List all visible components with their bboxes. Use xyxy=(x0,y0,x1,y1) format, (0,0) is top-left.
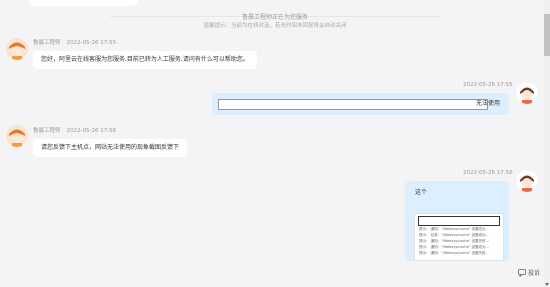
screenshot-row: 提示： 目录："/Websys/cache" 设置成功... xyxy=(419,233,489,237)
user-message-text: 这个 xyxy=(415,189,428,196)
user-message-text: 无法使用 xyxy=(476,100,501,107)
screenshot-row: 提示： 通知："/Websys/cache" 设置失败... xyxy=(419,251,489,255)
user-avatar xyxy=(516,170,538,192)
sender-name: 鲁晨工程师 xyxy=(33,40,61,46)
system-notice-title: 鲁晨工程师正在为您服务 xyxy=(241,14,308,21)
message-meta: 鲁晨工程师 2022-05-26 17:56 xyxy=(33,126,116,134)
screenshot-row: 提示： 通知："/Websys/cache" 设置成为... xyxy=(419,227,489,231)
screenshot-image[interactable]: 提示： 通知："/Websys/cache" 设置成为... 提示： 目录："/… xyxy=(414,213,504,261)
scroll-down-icon[interactable] xyxy=(545,283,549,286)
agent-avatar xyxy=(6,125,28,147)
comment-icon xyxy=(518,268,526,277)
agent-message: 您好，阿里云在线客服为您服务,目前已转为人工服务,请问有什么可以帮助您。 xyxy=(33,51,257,69)
redacted-text xyxy=(218,99,488,110)
message-time: 2022-05-26 17:55 xyxy=(463,82,513,88)
scrollbar-thumb[interactable] xyxy=(544,14,550,56)
complaint-button[interactable]: 投诉 xyxy=(518,268,540,277)
complaint-label: 投诉 xyxy=(527,270,540,277)
message-time: 2022-05-26 17:56 xyxy=(463,170,513,176)
user-message: 这个 提示： 通知："/Websys/cache" 设置成为... 提示： 目录… xyxy=(405,181,509,261)
sender-name: 鲁晨工程师 xyxy=(33,128,61,134)
message-meta: 鲁晨工程师 2022-05-26 17:55 xyxy=(33,38,116,46)
message-time: 2022-05-26 17:55 xyxy=(66,40,117,46)
agent-message: 请您反馈下主机点，网站无法使用的现象截图反馈下 xyxy=(33,139,188,157)
system-notice-tip: 温馨提示：当前为在线对话，若长时间未回复将会自动关闭 xyxy=(203,23,347,29)
message-time: 2022-05-26 17:56 xyxy=(66,128,117,134)
redacted-text xyxy=(418,216,500,226)
screenshot-row: 提示： 通知："/Websys/cache" 设置成为... xyxy=(419,245,489,249)
screenshot-row: 提示： 通知："/Websys/cache" 设置失败... xyxy=(419,239,489,243)
user-message: 无法使用 xyxy=(212,93,509,115)
previous-message-bubble xyxy=(28,0,138,6)
user-avatar xyxy=(516,82,538,104)
agent-avatar xyxy=(6,38,28,60)
